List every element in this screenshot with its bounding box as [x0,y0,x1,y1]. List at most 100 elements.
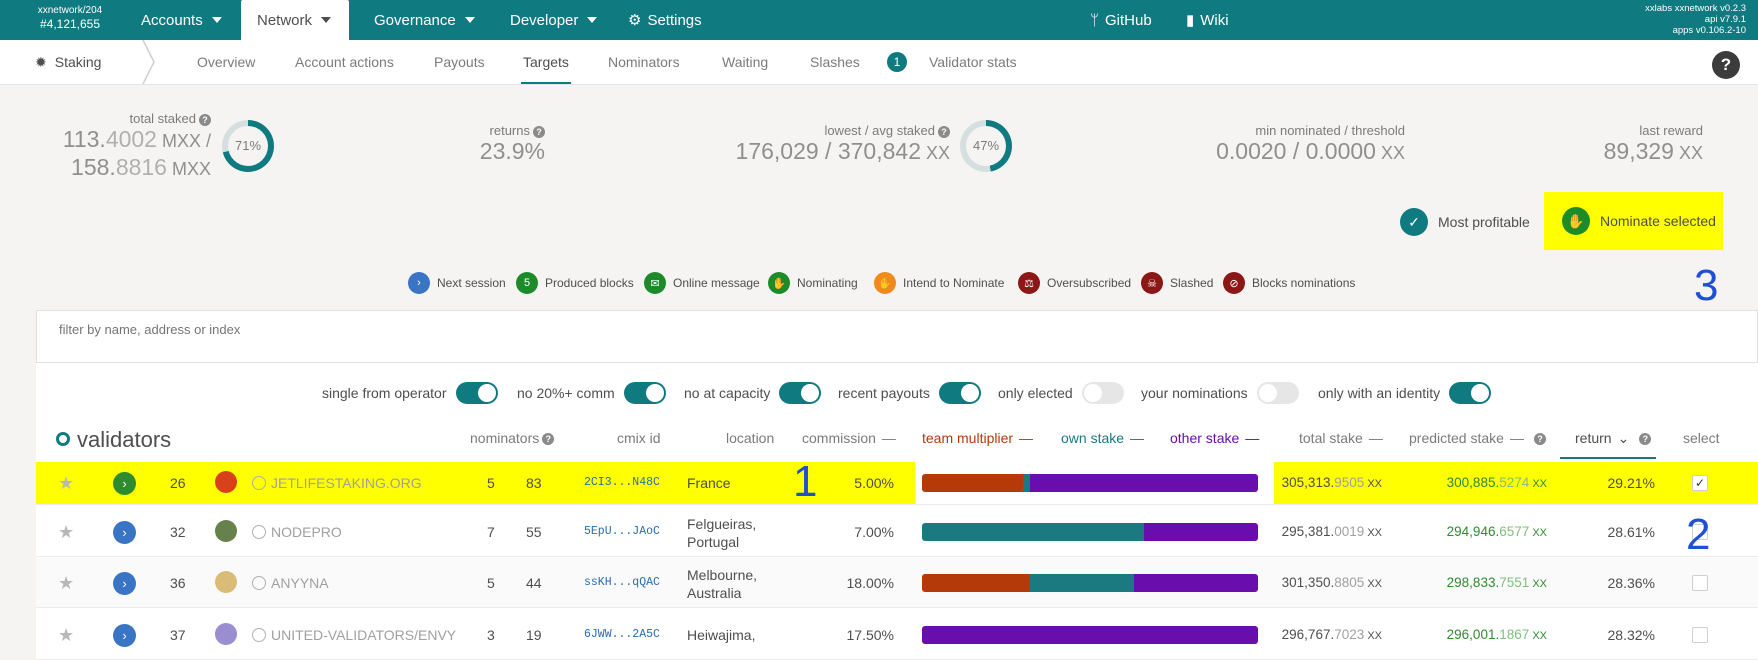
stake-bar-other [1133,573,1258,592]
switch[interactable] [779,382,822,404]
tab-targets[interactable]: Targets [523,40,569,84]
hand-icon: ✋ [768,272,790,294]
menu-wiki[interactable]: ▮ Wiki [1170,0,1245,40]
favorite-star-icon[interactable]: ★ [58,473,74,494]
tab-waiting[interactable]: Waiting [722,40,768,84]
switch[interactable] [938,382,981,404]
toggle-label: only elected [998,385,1073,401]
total-stake: 296,767.7023 XX [1282,627,1382,642]
help-icon[interactable]: ? [533,125,545,138]
nominators-total: 55 [526,523,542,540]
toggle-no-at-capacity[interactable]: no at capacity [684,382,822,404]
version-info: xxlabs xxnetwork v0.2.3 api v7.9.1 apps … [1645,3,1746,36]
header-return[interactable]: return ⌄? [1575,430,1652,447]
cmix-id[interactable]: 2CI3...N48C [584,476,660,489]
help-button[interactable]: ? [1712,51,1740,79]
commission-value: 17.50% [846,626,894,643]
toggle-no-20-comm[interactable]: no 20%+ comm [517,382,666,404]
select-checkbox[interactable] [1692,626,1708,643]
check-icon: ✓ [1400,208,1428,236]
favorite-star-icon[interactable]: ★ [58,625,74,646]
select-checkbox[interactable] [1692,574,1708,591]
legend-produced-blocks: 5 Produced blocks [516,271,634,295]
header-nominators[interactable]: nominators? [470,430,555,446]
filter-input[interactable] [57,321,661,338]
cmix-id[interactable]: 5EpU...JAoC [584,525,660,538]
switch[interactable] [1081,382,1124,404]
chain-info[interactable]: xxnetwork/204 #4,121,655 [0,0,140,40]
chevron-right-icon[interactable]: › [113,472,136,495]
toggle-only-identity[interactable]: only with an identity [1318,382,1492,404]
validator-name[interactable]: UNITED-VALIDATORS/ENVY [271,627,456,643]
caret-down-icon [211,17,222,23]
menu-network[interactable]: Network [241,0,349,40]
legend-blocks-nominations: ⊘ Blocks nominations [1223,271,1355,295]
menu-developer[interactable]: Developer [494,0,613,40]
menu-wiki-label: Wiki [1200,11,1229,29]
tab-nominators[interactable]: Nominators [608,40,680,84]
tab-validator-stats[interactable]: Validator stats [929,40,1017,84]
select-checkbox[interactable]: ✓ [1692,475,1708,491]
chevron-right-icon[interactable]: › [113,623,136,647]
header-total-stake[interactable]: total stake — [1299,430,1383,446]
menu-accounts[interactable]: Accounts [125,0,238,40]
skull-icon: ☠ [1141,272,1163,294]
toggle-your-nominations[interactable]: your nominations [1141,382,1299,404]
header-predicted-stake[interactable]: predicted stake —? [1409,430,1546,446]
switch[interactable] [1256,382,1299,404]
menu-governance[interactable]: Governance [358,0,491,40]
header-other-stake[interactable]: other stake — [1170,430,1259,446]
header-commission[interactable]: commission — [802,430,896,446]
scale-icon: ⚖ [1018,272,1040,294]
help-icon[interactable]: ? [199,113,211,126]
chevron-right-icon[interactable]: › [113,571,136,595]
toggle-label: only with an identity [1318,385,1441,401]
tab-account-actions[interactable]: Account actions [295,40,394,84]
help-icon[interactable]: ? [1639,433,1652,446]
stake-bar-own [1029,573,1134,592]
switch[interactable] [1449,382,1492,404]
cmix-id[interactable]: ssKH...qQAC [584,576,660,589]
min-nominated-label: min nominated / threshold [1255,123,1405,138]
book-icon: ▮ [1186,12,1195,29]
nominate-selected-button[interactable]: ✋ Nominate selected [1544,192,1723,250]
identity-icon [252,524,266,539]
most-profitable-button[interactable]: ✓ Most profitable [1400,207,1530,237]
favorite-star-icon[interactable]: ★ [58,573,74,594]
tab-overview[interactable]: Overview [197,40,255,84]
cmix-id[interactable]: 6JWW...2A5C [584,628,660,641]
caret-down-icon [321,17,332,23]
chevron-right-icon[interactable]: › [113,520,136,544]
location-line1: Felgueiras, [687,515,757,532]
favorite-star-icon[interactable]: ★ [58,522,74,543]
switch[interactable] [623,382,666,404]
total-stake-int: 305,313. [1281,475,1335,490]
header-team-multiplier[interactable]: team multiplier — [922,430,1033,446]
menu-settings[interactable]: ⚙ Settings [612,0,718,40]
total-issuance-unit: MXX [166,159,211,179]
last-reward-unit: XX [1673,143,1703,163]
total-stake-dec: 7023 [1334,626,1365,642]
switch[interactable] [455,382,498,404]
tab-payouts[interactable]: Payouts [434,40,485,84]
total-stake: 295,381.0019 XX [1282,524,1382,539]
menu-github[interactable]: ᛘ GitHub [1074,0,1168,40]
total-issuance-dec: 8816 [115,154,167,180]
menu-developer-label: Developer [510,11,579,29]
header-own-stake[interactable]: own stake — [1061,430,1144,446]
toggle-only-elected[interactable]: only elected [998,382,1124,404]
validator-name[interactable]: NODEPRO [271,524,342,540]
legend-label: Produced blocks [545,276,634,290]
toggle-recent-payouts[interactable]: recent payouts [838,382,981,404]
predicted-stake: 298,833.7551 XX [1447,575,1547,590]
tab-slashes[interactable]: Slashes [810,40,860,84]
help-icon[interactable]: ? [542,433,555,446]
help-icon[interactable]: ? [938,125,950,138]
validator-name[interactable]: ANYYNA [271,575,329,591]
validator-name[interactable]: JETLIFESTAKING.ORG [271,475,422,491]
help-icon[interactable]: ? [1533,433,1546,446]
predicted-stake-dec: 5274 [1499,475,1530,490]
total-staked-label: total staked [129,111,197,126]
toggle-single-operator[interactable]: single from operator [322,382,498,404]
predicted-stake-unit: XX [1529,629,1547,642]
